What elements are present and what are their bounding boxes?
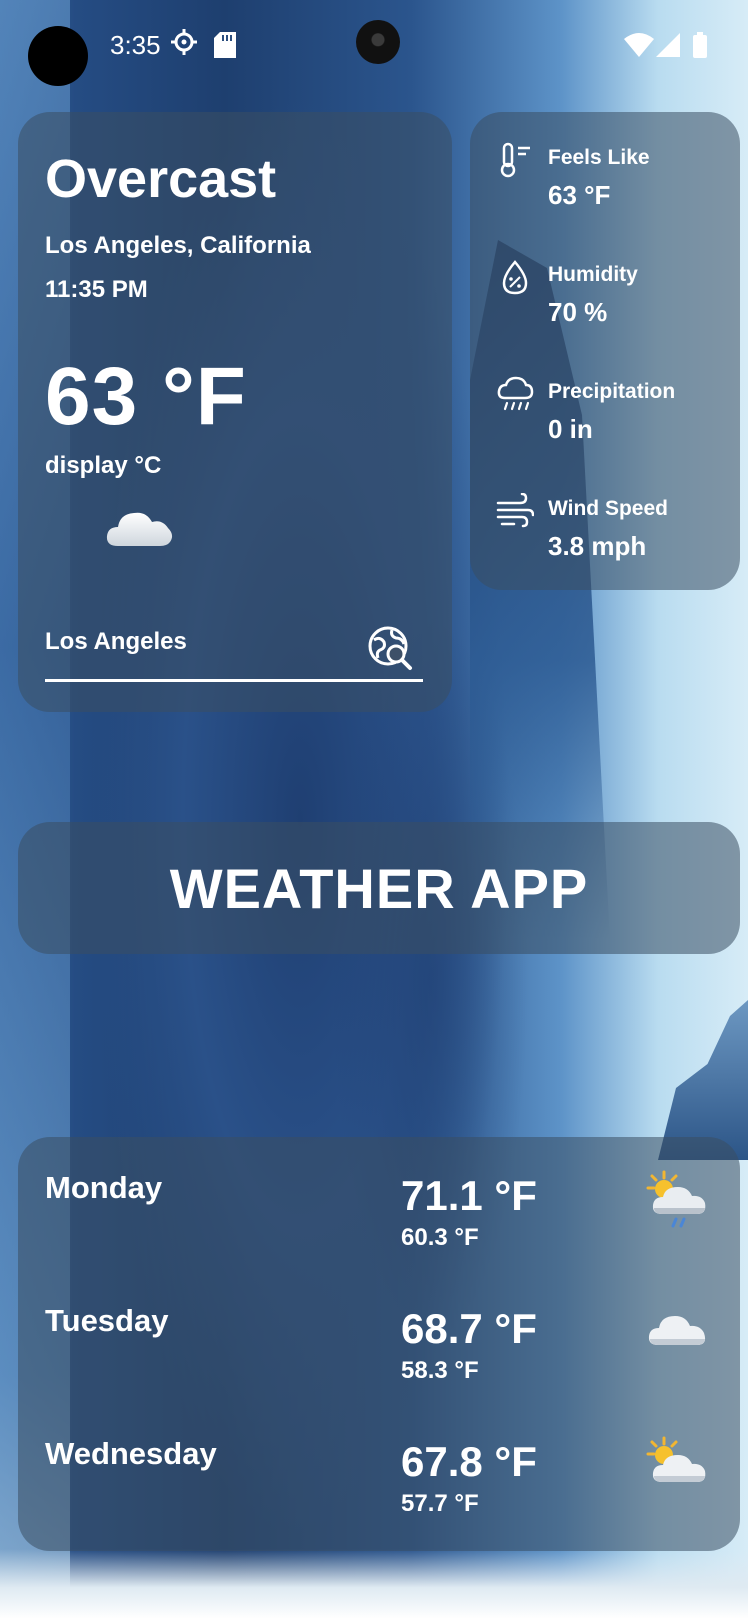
search-underline bbox=[45, 679, 423, 682]
forecast-low: 60.3 °F bbox=[401, 1224, 479, 1251]
cloud-icon bbox=[106, 512, 173, 546]
detail-label: Wind Speed bbox=[548, 497, 668, 520]
forecast-day: Monday bbox=[45, 1170, 163, 1205]
background-right-peak bbox=[658, 1000, 748, 1160]
forecast-row: Tuesday 68.7 °F 58.3 °F bbox=[18, 1303, 740, 1423]
condition-text: Overcast bbox=[45, 149, 277, 209]
cell-signal-icon bbox=[656, 33, 680, 57]
camera-cutout bbox=[28, 26, 88, 86]
forecast-low: 58.3 °F bbox=[401, 1357, 479, 1384]
sun-cloud-rain-icon bbox=[646, 1170, 706, 1228]
partly-sunny-icon bbox=[646, 1436, 706, 1482]
forecast-high: 71.1 °F bbox=[401, 1172, 537, 1219]
detail-label: Humidity bbox=[548, 263, 638, 286]
detail-value: 0 in bbox=[548, 414, 593, 444]
wind-icon bbox=[496, 493, 534, 528]
humidity-drop-icon bbox=[502, 260, 528, 295]
current-temperature: 63 °F bbox=[45, 351, 247, 442]
detail-wind-speed: Wind Speed 3.8 mph bbox=[470, 491, 740, 591]
front-camera bbox=[356, 20, 400, 64]
status-bar: 3:35 bbox=[0, 0, 748, 90]
detail-value: 3.8 mph bbox=[548, 531, 647, 561]
battery-icon bbox=[693, 32, 707, 58]
forecast-row: Monday 71.1 °F 60.3 °F bbox=[18, 1170, 740, 1290]
sd-card-icon bbox=[214, 32, 236, 58]
local-time: 11:35 PM bbox=[45, 276, 148, 303]
rain-cloud-icon bbox=[497, 376, 534, 411]
cloud-icon bbox=[648, 1316, 706, 1345]
status-time: 3:35 bbox=[110, 30, 161, 60]
forecast-day: Wednesday bbox=[45, 1436, 217, 1471]
background-snow bbox=[0, 1549, 748, 1619]
detail-label: Feels Like bbox=[548, 146, 650, 169]
wifi-icon bbox=[624, 33, 654, 57]
app-banner: WEATHER APP bbox=[18, 822, 740, 954]
thermometer-icon bbox=[500, 142, 530, 178]
unit-toggle[interactable]: display °C bbox=[45, 452, 161, 480]
detail-precipitation: Precipitation 0 in bbox=[470, 374, 740, 474]
detail-value: 63 °F bbox=[548, 180, 611, 210]
forecast-row: Wednesday 67.8 °F 57.7 °F bbox=[18, 1436, 740, 1556]
settings-gear-icon bbox=[171, 29, 197, 55]
location-text: Los Angeles, California bbox=[45, 232, 311, 259]
app-title: WEATHER APP bbox=[169, 856, 589, 920]
detail-humidity: Humidity 70 % bbox=[470, 257, 740, 357]
detail-value: 70 % bbox=[548, 297, 608, 327]
forecast-low: 57.7 °F bbox=[401, 1490, 479, 1517]
globe-search-icon[interactable] bbox=[366, 624, 414, 672]
forecast-day: Tuesday bbox=[45, 1303, 169, 1338]
city-search-input[interactable]: Los Angeles bbox=[45, 628, 187, 656]
detail-feels-like: Feels Like 63 °F bbox=[470, 140, 740, 240]
forecast-high: 67.8 °F bbox=[401, 1438, 537, 1485]
detail-label: Precipitation bbox=[548, 380, 676, 403]
forecast-high: 68.7 °F bbox=[401, 1305, 537, 1352]
